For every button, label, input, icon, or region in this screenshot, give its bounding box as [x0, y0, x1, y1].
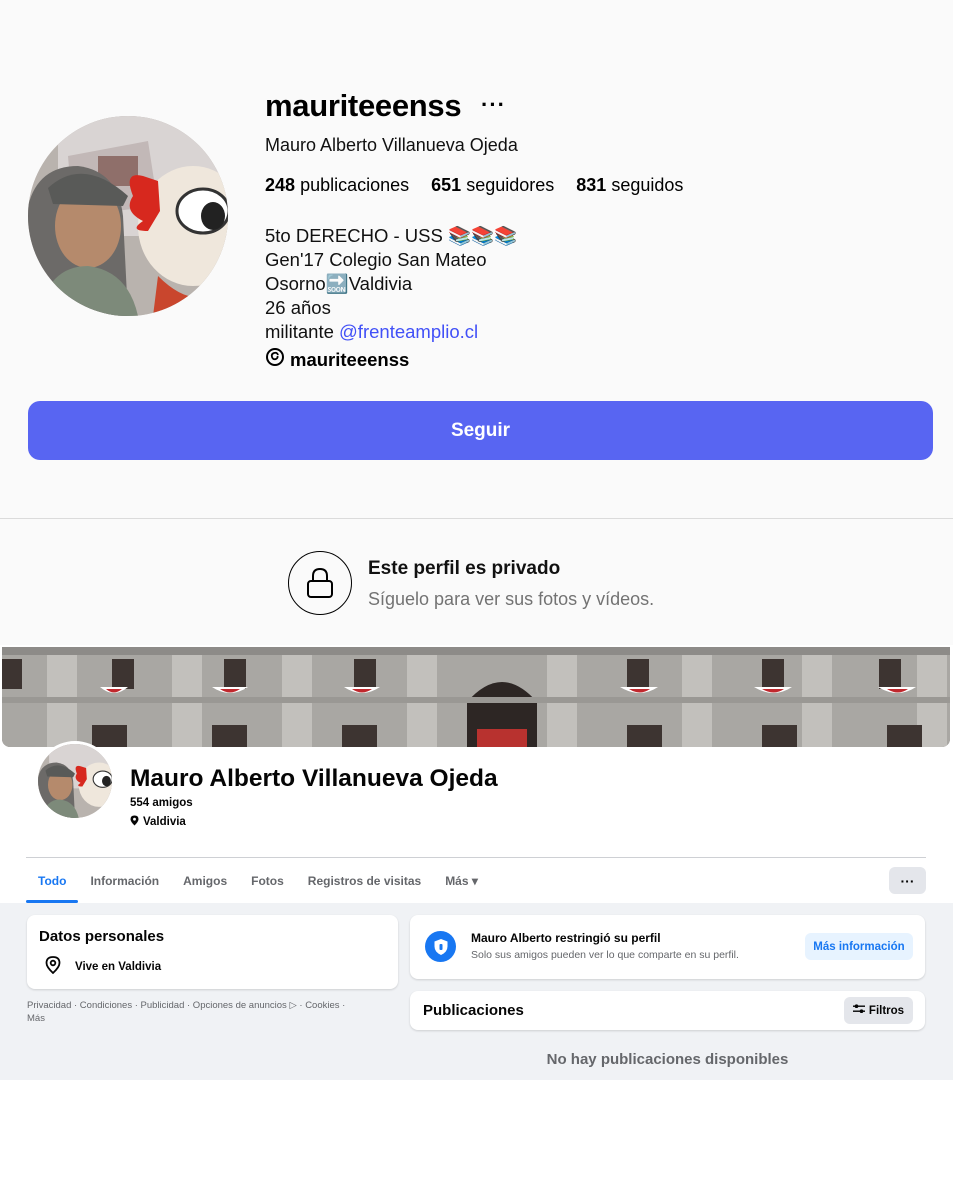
shield-icon: [425, 931, 456, 962]
tab-mas[interactable]: Más ▾: [433, 858, 490, 903]
tab-registros-de-visitas[interactable]: Registros de visitas: [296, 858, 433, 903]
no-posts-message: No hay publicaciones disponibles: [546, 1051, 789, 1068]
posts-card: Publicaciones Filtros: [410, 991, 925, 1030]
threads-icon: [265, 347, 285, 372]
filters-button[interactable]: Filtros: [844, 997, 913, 1024]
fb-footer-links[interactable]: Privacidad · Condiciones · Publicidad · …: [27, 999, 387, 1025]
ig-stat-followers[interactable]: 651 seguidores: [431, 175, 554, 196]
tab-todo[interactable]: Todo: [26, 858, 79, 903]
follow-button[interactable]: Seguir: [28, 401, 933, 460]
tab-informacion[interactable]: Información: [78, 858, 171, 903]
tab-amigos[interactable]: Amigos: [171, 858, 239, 903]
restricted-profile-card: Mauro Alberto restringió su perfil Solo …: [410, 915, 925, 979]
fb-profile-photo[interactable]: [35, 741, 115, 821]
ig-profile-photo[interactable]: [28, 116, 228, 316]
ig-bio-mention-link[interactable]: @frenteamplio.cl: [339, 321, 478, 342]
location-pin-icon: [130, 815, 139, 829]
ig-bio-line: 26 años: [265, 297, 331, 318]
fb-more-options-button[interactable]: ···: [889, 867, 926, 894]
facebook-profile: Mauro Alberto Villanueva Ojeda 554 amigo…: [0, 645, 953, 1080]
ig-bio-line: Gen'17 Colegio San Mateo: [265, 249, 487, 270]
instagram-profile: mauriteeenss ··· Mauro Alberto Villanuev…: [0, 0, 953, 645]
private-profile-subtitle: Síguelo para ver sus fotos y vídeos.: [368, 589, 655, 609]
personal-details-card: Datos personales Vive en Valdivia: [27, 915, 398, 989]
restricted-profile-subtitle: Solo sus amigos pueden ver lo que compar…: [471, 949, 739, 961]
lock-icon: [288, 551, 352, 615]
ig-options-button[interactable]: ···: [481, 92, 506, 118]
fb-cover-photo[interactable]: [2, 647, 950, 747]
divider: [0, 518, 953, 519]
fb-profile-body: Datos personales Vive en Valdivia Privac…: [0, 903, 953, 1080]
fb-profile-name: Mauro Alberto Villanueva Ojeda: [130, 765, 498, 792]
ig-threads-handle: mauriteeenss: [290, 348, 410, 370]
more-info-button[interactable]: Más información: [805, 933, 913, 960]
tab-fotos[interactable]: Fotos: [239, 858, 296, 903]
location-pin-icon: [45, 956, 61, 977]
fb-profile-tabs: Todo Información Amigos Fotos Registros …: [26, 858, 490, 903]
ig-threads-link[interactable]: mauriteeenss: [265, 347, 409, 372]
personal-details-title: Datos personales: [39, 928, 165, 945]
ig-full-name: Mauro Alberto Villanueva Ojeda: [265, 135, 518, 155]
ig-username: mauriteeenss: [265, 88, 462, 123]
ig-stat-following[interactable]: 831 seguidos: [576, 175, 683, 196]
ig-bio-line: Osorno🔜Valdivia: [265, 273, 413, 294]
ig-bio-line: 5to DERECHO - USS 📚📚📚: [265, 225, 518, 246]
private-profile-title: Este perfil es privado: [368, 558, 561, 579]
restricted-profile-title: Mauro Alberto restringió su perfil: [471, 931, 661, 945]
fb-location: Valdivia: [130, 815, 186, 829]
filter-icon: [852, 1004, 865, 1017]
lives-in-row: Vive en Valdivia: [45, 956, 161, 977]
posts-title: Publicaciones: [423, 1002, 524, 1019]
fb-friends-count[interactable]: 554 amigos: [130, 797, 193, 809]
ig-stat-posts: 248 publicaciones: [265, 175, 410, 195]
ig-bio: 5to DERECHO - USS 📚📚📚 Gen'17 Colegio San…: [265, 224, 517, 344]
ig-stats: 248 publicaciones 651 seguidores 831 seg…: [265, 175, 705, 196]
ig-bio-line: militante @frenteamplio.cl: [265, 321, 479, 342]
